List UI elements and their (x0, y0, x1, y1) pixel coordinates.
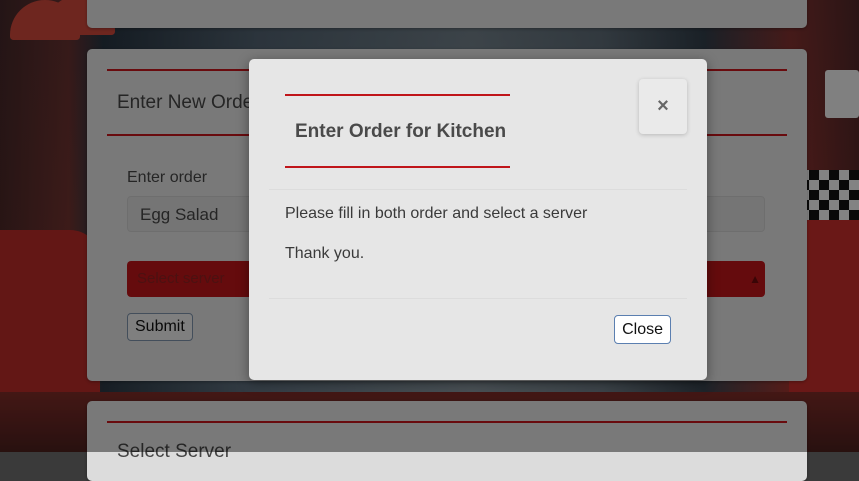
close-button[interactable]: Close (614, 315, 671, 344)
modal-title: Enter Order for Kitchen (295, 121, 507, 142)
order-modal: Enter Order for Kitchen × Please fill in… (249, 59, 707, 380)
modal-message: Please fill in both order and select a s… (285, 205, 588, 222)
close-icon[interactable]: × (639, 79, 687, 134)
footer-separator (269, 298, 687, 299)
title-divider (285, 94, 510, 96)
header-separator (269, 189, 687, 190)
modal-thanks: Thank you. (285, 245, 365, 262)
title-divider (285, 166, 510, 168)
